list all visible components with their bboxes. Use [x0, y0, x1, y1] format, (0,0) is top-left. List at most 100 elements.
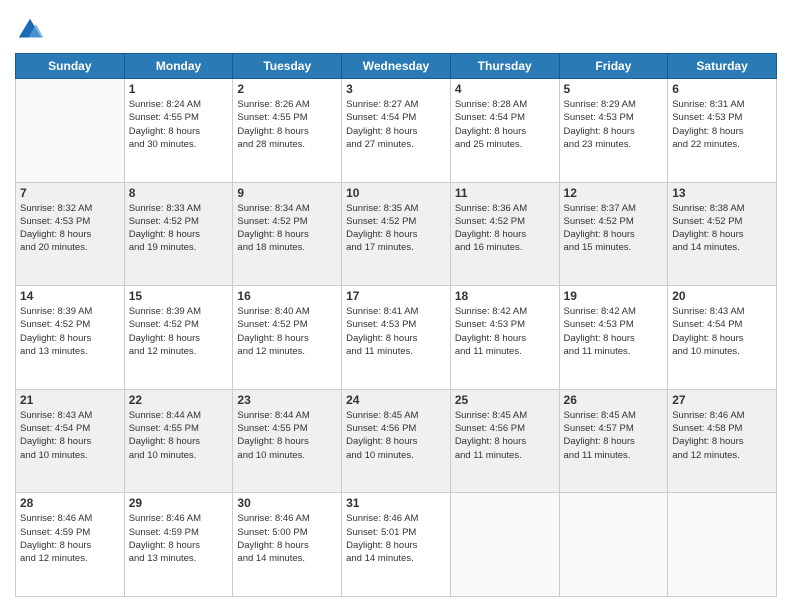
day-info: Sunrise: 8:34 AM Sunset: 4:52 PM Dayligh…: [237, 202, 337, 255]
calendar-cell: 29 Sunrise: 8:46 AM Sunset: 4:59 PM Dayli…: [124, 493, 233, 597]
day-number: 16: [237, 289, 337, 303]
calendar-cell: 14 Sunrise: 8:39 AM Sunset: 4:52 PM Dayli…: [16, 286, 125, 390]
day-info: Sunrise: 8:44 AM Sunset: 4:55 PM Dayligh…: [129, 409, 229, 462]
day-info: Sunrise: 8:33 AM Sunset: 4:52 PM Dayligh…: [129, 202, 229, 255]
day-info: Sunrise: 8:36 AM Sunset: 4:52 PM Dayligh…: [455, 202, 555, 255]
day-number: 29: [129, 496, 229, 510]
day-number: 5: [564, 82, 664, 96]
day-number: 17: [346, 289, 446, 303]
day-info: Sunrise: 8:46 AM Sunset: 5:01 PM Dayligh…: [346, 512, 446, 565]
header: [15, 15, 777, 45]
logo-icon: [15, 15, 45, 45]
day-number: 1: [129, 82, 229, 96]
weekday-header: Monday: [124, 54, 233, 79]
day-number: 31: [346, 496, 446, 510]
calendar-cell: 27Sunrise: 8:46 AM Sunset: 4:58 PM Dayli…: [668, 389, 777, 493]
calendar-header-row: SundayMondayTuesdayWednesdayThursdayFrid…: [16, 54, 777, 79]
day-info: Sunrise: 8:29 AM Sunset: 4:53 PM Dayligh…: [564, 98, 664, 151]
day-number: 26: [564, 393, 664, 407]
weekday-header: Tuesday: [233, 54, 342, 79]
calendar-cell: 22 Sunrise: 8:44 AM Sunset: 4:55 PM Dayli…: [124, 389, 233, 493]
day-info: Sunrise: 8:46 AM Sunset: 4:58 PM Dayligh…: [672, 409, 772, 462]
day-number: 18: [455, 289, 555, 303]
calendar-cell: 24 Sunrise: 8:45 AM Sunset: 4:56 PM Dayli…: [342, 389, 451, 493]
day-number: 24: [346, 393, 446, 407]
day-info: Sunrise: 8:39 AM Sunset: 4:52 PM Dayligh…: [20, 305, 120, 358]
day-number: 8: [129, 186, 229, 200]
weekday-header: Saturday: [668, 54, 777, 79]
calendar-cell: 23 Sunrise: 8:44 AM Sunset: 4:55 PM Dayli…: [233, 389, 342, 493]
calendar-cell: 4Sunrise: 8:28 AM Sunset: 4:54 PM Daylig…: [450, 79, 559, 183]
page: SundayMondayTuesdayWednesdayThursdayFrid…: [0, 0, 792, 612]
day-info: Sunrise: 8:42 AM Sunset: 4:53 PM Dayligh…: [564, 305, 664, 358]
day-info: Sunrise: 8:43 AM Sunset: 4:54 PM Dayligh…: [20, 409, 120, 462]
day-number: 14: [20, 289, 120, 303]
day-info: Sunrise: 8:44 AM Sunset: 4:55 PM Dayligh…: [237, 409, 337, 462]
weekday-header: Wednesday: [342, 54, 451, 79]
calendar-week-row: 7 Sunrise: 8:32 AM Sunset: 4:53 PM Daylig…: [16, 182, 777, 286]
calendar-cell: 10Sunrise: 8:35 AM Sunset: 4:52 PM Dayli…: [342, 182, 451, 286]
calendar-cell: 17 Sunrise: 8:41 AM Sunset: 4:53 PM Dayli…: [342, 286, 451, 390]
day-info: Sunrise: 8:45 AM Sunset: 4:57 PM Dayligh…: [564, 409, 664, 462]
day-info: Sunrise: 8:40 AM Sunset: 4:52 PM Dayligh…: [237, 305, 337, 358]
day-info: Sunrise: 8:45 AM Sunset: 4:56 PM Dayligh…: [455, 409, 555, 462]
day-info: Sunrise: 8:31 AM Sunset: 4:53 PM Dayligh…: [672, 98, 772, 151]
day-number: 2: [237, 82, 337, 96]
day-info: Sunrise: 8:46 AM Sunset: 5:00 PM Dayligh…: [237, 512, 337, 565]
day-number: 7: [20, 186, 120, 200]
calendar-cell: 11 Sunrise: 8:36 AM Sunset: 4:52 PM Dayli…: [450, 182, 559, 286]
day-info: Sunrise: 8:35 AM Sunset: 4:52 PM Dayligh…: [346, 202, 446, 255]
calendar-cell: 7 Sunrise: 8:32 AM Sunset: 4:53 PM Daylig…: [16, 182, 125, 286]
day-info: Sunrise: 8:41 AM Sunset: 4:53 PM Dayligh…: [346, 305, 446, 358]
day-number: 30: [237, 496, 337, 510]
calendar-cell: 5 Sunrise: 8:29 AM Sunset: 4:53 PM Daylig…: [559, 79, 668, 183]
day-number: 11: [455, 186, 555, 200]
day-info: Sunrise: 8:24 AM Sunset: 4:55 PM Dayligh…: [129, 98, 229, 151]
calendar-cell: 28 Sunrise: 8:46 AM Sunset: 4:59 PM Dayli…: [16, 493, 125, 597]
logo: [15, 15, 49, 45]
calendar-cell: 8 Sunrise: 8:33 AM Sunset: 4:52 PM Daylig…: [124, 182, 233, 286]
day-number: 23: [237, 393, 337, 407]
calendar-cell: 18 Sunrise: 8:42 AM Sunset: 4:53 PM Dayli…: [450, 286, 559, 390]
calendar-cell: [559, 493, 668, 597]
day-info: Sunrise: 8:42 AM Sunset: 4:53 PM Dayligh…: [455, 305, 555, 358]
weekday-header: Sunday: [16, 54, 125, 79]
day-number: 13: [672, 186, 772, 200]
calendar-cell: 13Sunrise: 8:38 AM Sunset: 4:52 PM Dayli…: [668, 182, 777, 286]
calendar-cell: 15 Sunrise: 8:39 AM Sunset: 4:52 PM Dayli…: [124, 286, 233, 390]
calendar-cell: 25 Sunrise: 8:45 AM Sunset: 4:56 PM Dayli…: [450, 389, 559, 493]
day-info: Sunrise: 8:43 AM Sunset: 4:54 PM Dayligh…: [672, 305, 772, 358]
day-info: Sunrise: 8:37 AM Sunset: 4:52 PM Dayligh…: [564, 202, 664, 255]
calendar-week-row: 28 Sunrise: 8:46 AM Sunset: 4:59 PM Dayli…: [16, 493, 777, 597]
day-info: Sunrise: 8:45 AM Sunset: 4:56 PM Dayligh…: [346, 409, 446, 462]
day-info: Sunrise: 8:46 AM Sunset: 4:59 PM Dayligh…: [129, 512, 229, 565]
day-info: Sunrise: 8:46 AM Sunset: 4:59 PM Dayligh…: [20, 512, 120, 565]
day-number: 21: [20, 393, 120, 407]
day-info: Sunrise: 8:27 AM Sunset: 4:54 PM Dayligh…: [346, 98, 446, 151]
day-info: Sunrise: 8:39 AM Sunset: 4:52 PM Dayligh…: [129, 305, 229, 358]
day-number: 22: [129, 393, 229, 407]
calendar-cell: 16 Sunrise: 8:40 AM Sunset: 4:52 PM Dayli…: [233, 286, 342, 390]
calendar-cell: 9 Sunrise: 8:34 AM Sunset: 4:52 PM Daylig…: [233, 182, 342, 286]
day-number: 19: [564, 289, 664, 303]
day-number: 15: [129, 289, 229, 303]
day-info: Sunrise: 8:26 AM Sunset: 4:55 PM Dayligh…: [237, 98, 337, 151]
day-number: 20: [672, 289, 772, 303]
calendar-cell: [668, 493, 777, 597]
day-number: 25: [455, 393, 555, 407]
calendar-cell: 1 Sunrise: 8:24 AM Sunset: 4:55 PM Daylig…: [124, 79, 233, 183]
calendar-cell: 30 Sunrise: 8:46 AM Sunset: 5:00 PM Dayli…: [233, 493, 342, 597]
weekday-header: Thursday: [450, 54, 559, 79]
calendar-cell: 26 Sunrise: 8:45 AM Sunset: 4:57 PM Dayli…: [559, 389, 668, 493]
calendar-week-row: 1 Sunrise: 8:24 AM Sunset: 4:55 PM Daylig…: [16, 79, 777, 183]
day-info: Sunrise: 8:32 AM Sunset: 4:53 PM Dayligh…: [20, 202, 120, 255]
calendar-cell: 21 Sunrise: 8:43 AM Sunset: 4:54 PM Dayli…: [16, 389, 125, 493]
calendar-cell: [450, 493, 559, 597]
day-number: 28: [20, 496, 120, 510]
calendar-cell: [16, 79, 125, 183]
calendar-cell: 31 Sunrise: 8:46 AM Sunset: 5:01 PM Dayli…: [342, 493, 451, 597]
day-number: 12: [564, 186, 664, 200]
calendar-table: SundayMondayTuesdayWednesdayThursdayFrid…: [15, 53, 777, 597]
calendar-cell: 19 Sunrise: 8:42 AM Sunset: 4:53 PM Dayli…: [559, 286, 668, 390]
day-number: 9: [237, 186, 337, 200]
